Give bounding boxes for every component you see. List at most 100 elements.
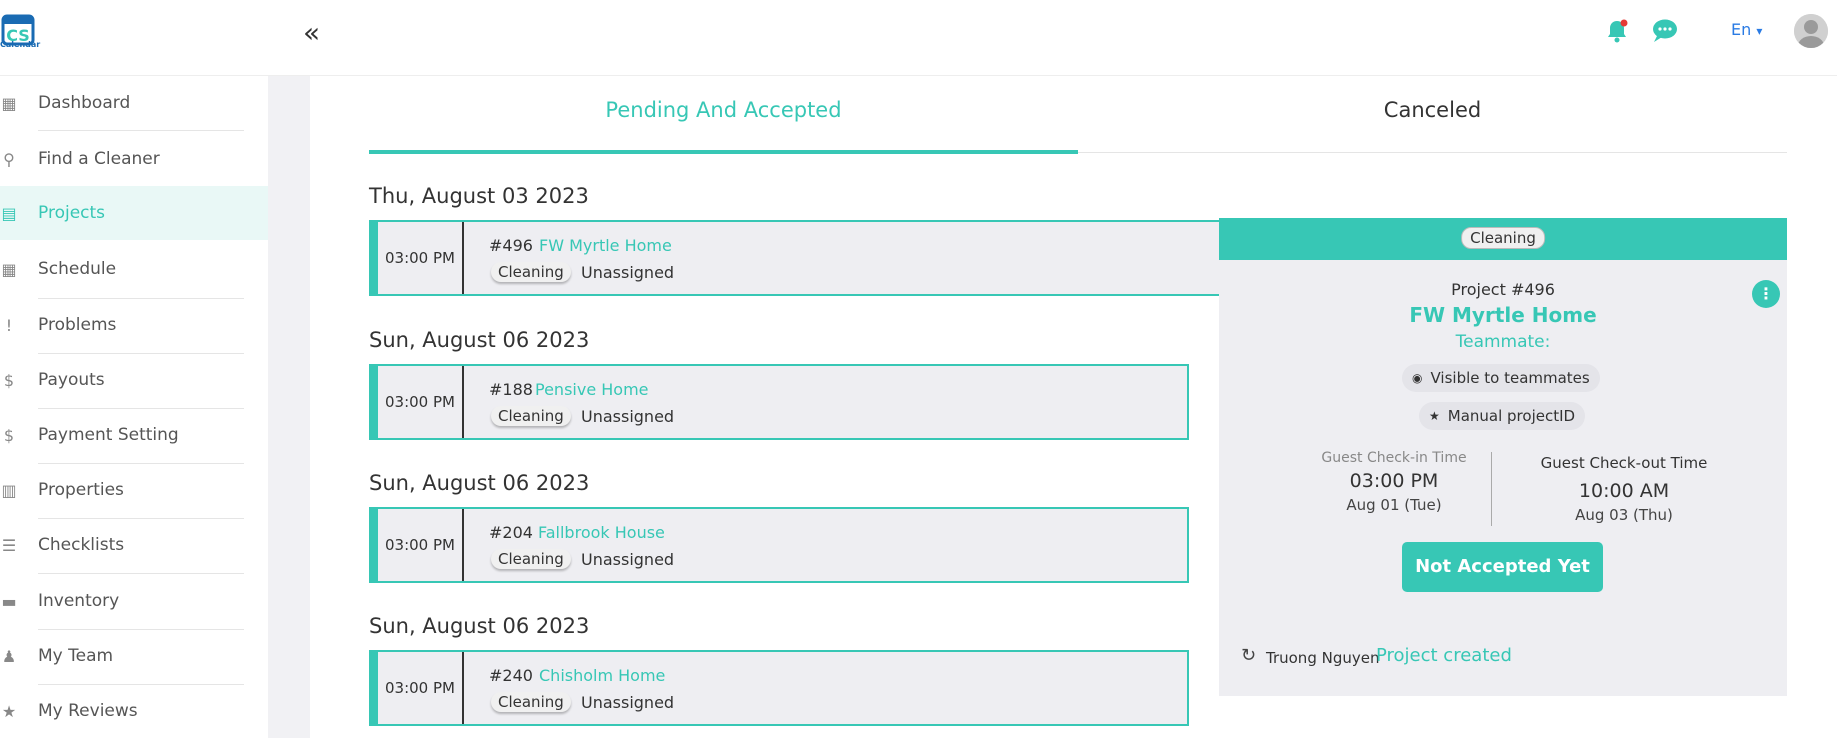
dollar-circle-icon: $ — [3, 370, 15, 390]
star-icon: ★ — [1429, 409, 1440, 423]
project-card-204[interactable]: 03:00 PM #204 Fallbrook House Cleaning U… — [369, 507, 1189, 583]
project-name[interactable]: FW Myrtle Home — [1219, 303, 1787, 327]
notification-bell-icon[interactable] — [1605, 18, 1629, 44]
sidebar-item-label: Find a Cleaner — [38, 149, 160, 169]
calendar-list-icon: ▤ — [1, 203, 17, 223]
detail-header: Cleaning — [1219, 218, 1787, 260]
project-number: #496 — [489, 236, 533, 255]
date-heading: Sun, August 06 2023 — [369, 614, 590, 638]
project-card-188[interactable]: 03:00 PM #188 Pensive Home Cleaning Unas… — [369, 364, 1189, 440]
not-accepted-yet-button[interactable]: Not Accepted Yet — [1402, 542, 1603, 592]
sidebar-item-schedule[interactable]: ▦ Schedule — [0, 242, 268, 296]
project-type-badge: Cleaning — [491, 549, 571, 569]
search-icon: ⚲ — [3, 149, 15, 169]
teammate-label: Teammate: — [1455, 332, 1551, 352]
sidebar-item-label: Schedule — [38, 259, 117, 279]
sidebar-item-label: Payouts — [38, 370, 105, 390]
project-number: #188 — [489, 380, 533, 399]
project-card-240[interactable]: 03:00 PM #240 Chisholm Home Cleaning Una… — [369, 650, 1189, 726]
top-bar: CS Calendar « En ▾ — [0, 0, 1837, 76]
card-accent-bar — [371, 222, 378, 294]
star-icon: ★ — [1, 701, 17, 721]
collapse-sidebar-icon[interactable]: « — [303, 16, 320, 49]
clipboard-icon: ☰ — [1, 535, 17, 555]
date-heading: Thu, August 03 2023 — [369, 184, 589, 208]
grid-icon: ▦ — [1, 93, 17, 113]
sidebar-item-label: My Team — [38, 646, 114, 666]
manual-project-id-toggle[interactable]: ★ Manual projectID — [1419, 402, 1586, 430]
sidebar-item-properties[interactable]: ▥ Properties — [0, 463, 268, 517]
refresh-icon: ↻ — [1241, 645, 1257, 666]
manual-label: Manual projectID — [1447, 407, 1576, 425]
sidebar-item-label: Projects — [38, 203, 106, 223]
chat-icon[interactable] — [1651, 18, 1679, 44]
exclamation-circle-icon: ! — [5, 315, 13, 335]
visible-label: Visible to teammates — [1430, 369, 1590, 387]
assignee-status: Unassigned — [581, 693, 675, 712]
date-heading: Sun, August 06 2023 — [369, 328, 590, 352]
project-detail-panel: Cleaning ⋮ Project #496 FW Myrtle Home T… — [1219, 218, 1787, 696]
dollar-circle-icon: $ — [3, 425, 15, 445]
project-time: 03:00 PM — [378, 366, 464, 438]
main-content: Pending And Accepted Canceled Thu, Augus… — [310, 76, 1837, 738]
assignee-status: Unassigned — [581, 550, 675, 569]
divider — [38, 130, 244, 131]
user-avatar[interactable] — [1794, 14, 1828, 48]
assignee-status: Unassigned — [581, 263, 675, 282]
tab-canceled[interactable]: Canceled — [1078, 98, 1787, 144]
checkin-time: 03:00 PM — [1349, 470, 1439, 492]
sidebar-item-dashboard[interactable]: ▦ Dashboard — [0, 76, 268, 130]
project-name-link[interactable]: Chisholm Home — [539, 666, 665, 685]
sidebar-item-label: Dashboard — [38, 93, 131, 113]
activity-user: Truong Nguyen — [1266, 649, 1380, 667]
sidebar-item-label: Payment Setting — [38, 425, 179, 445]
project-card-496[interactable]: 03:00 PM #496 FW Myrtle Home Cleaning Un… — [369, 220, 1219, 296]
sidebar-item-my-reviews[interactable]: ★ My Reviews — [0, 684, 268, 738]
language-label: En — [1731, 20, 1752, 39]
tab-active-indicator — [369, 150, 1078, 154]
date-heading: Sun, August 06 2023 — [369, 471, 590, 495]
sidebar-item-find-cleaner[interactable]: ⚲ Find a Cleaner — [0, 132, 268, 186]
checkout-time: 10:00 AM — [1578, 480, 1670, 502]
visible-to-teammates-toggle[interactable]: ◉ Visible to teammates — [1402, 364, 1600, 392]
sidebar-item-label: Problems — [38, 315, 117, 335]
sidebar-item-projects[interactable]: ▤ Projects — [0, 186, 268, 240]
sidebar-item-payment-setting[interactable]: $ Payment Setting — [0, 408, 268, 462]
sidebar-item-label: Properties — [38, 480, 124, 500]
sidebar-item-my-team[interactable]: ♟ My Team — [0, 629, 268, 683]
checkin-label: Guest Check-in Time — [1321, 450, 1467, 466]
card-accent-bar — [371, 652, 378, 724]
project-type-badge: Cleaning — [491, 692, 571, 712]
sidebar-item-problems[interactable]: ! Problems — [0, 298, 268, 352]
project-number-label: Project #496 — [1451, 280, 1555, 299]
project-time: 03:00 PM — [378, 509, 464, 581]
project-number: #240 — [489, 666, 533, 685]
chevron-down-icon: ▾ — [1756, 24, 1763, 38]
project-type-badge: Cleaning — [491, 406, 571, 426]
checkin-block: Guest Check-in Time 03:00 PM Aug 01 (Tue… — [1269, 450, 1519, 514]
assignee-status: Unassigned — [581, 407, 675, 426]
sidebar-item-label: My Reviews — [38, 701, 138, 721]
card-accent-bar — [371, 366, 378, 438]
project-number: #204 — [489, 523, 533, 542]
app-logo-text: Calendar — [0, 40, 41, 49]
project-name-link[interactable]: Fallbrook House — [538, 523, 665, 542]
project-name-link[interactable]: FW Myrtle Home — [539, 236, 672, 255]
language-selector[interactable]: En ▾ — [1731, 20, 1762, 39]
project-time: 03:00 PM — [378, 222, 464, 294]
tab-pending-and-accepted[interactable]: Pending And Accepted — [369, 98, 1078, 144]
building-icon: ▥ — [1, 480, 17, 500]
sidebar-item-inventory[interactable]: ▬ Inventory — [0, 574, 268, 628]
sidebar-item-payouts[interactable]: $ Payouts — [0, 353, 268, 407]
card-accent-bar — [371, 509, 378, 581]
eye-icon: ◉ — [1412, 371, 1423, 385]
project-type-badge: Cleaning — [491, 262, 571, 282]
checkin-date: Aug 01 (Tue) — [1346, 496, 1442, 514]
checkout-date: Aug 03 (Thu) — [1575, 506, 1673, 524]
sidebar-item-label: Checklists — [38, 535, 125, 555]
content-gutter — [268, 76, 310, 738]
sidebar: ▦ Dashboard ⚲ Find a Cleaner ▤ Projects … — [0, 76, 268, 738]
divider — [1491, 452, 1492, 526]
project-name-link[interactable]: Pensive Home — [535, 380, 649, 399]
sidebar-item-checklists[interactable]: ☰ Checklists — [0, 518, 268, 572]
